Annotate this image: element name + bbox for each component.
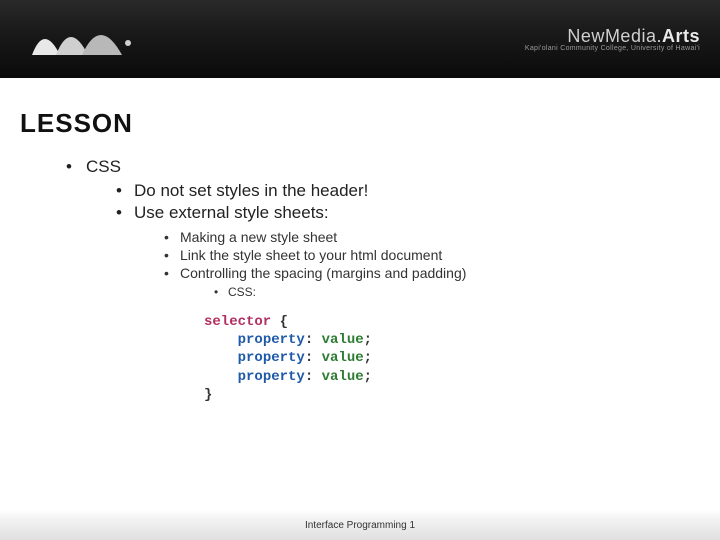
brand-block: NewMedia.Arts Kapi'olani Community Colle… bbox=[525, 26, 700, 52]
code-close-brace: } bbox=[204, 387, 212, 403]
brand-word-new: New bbox=[567, 26, 605, 46]
footer: Interface Programming 1 bbox=[0, 500, 720, 540]
brand-title: NewMedia.Arts bbox=[525, 26, 700, 47]
header-bar: NewMedia.Arts Kapi'olani Community Colle… bbox=[0, 0, 720, 78]
bullet-external-sheets-text: Use external style sheets: bbox=[134, 203, 329, 222]
code-prop-3: property bbox=[238, 369, 305, 385]
bullet-css-label: CSS: bbox=[210, 285, 700, 299]
code-selector: selector bbox=[204, 314, 271, 330]
brand-subtitle: Kapi'olani Community College, University… bbox=[525, 45, 700, 52]
bullet-link-sheet: Link the style sheet to your html docume… bbox=[160, 247, 700, 263]
bullet-spacing: Controlling the spacing (margins and pad… bbox=[160, 265, 700, 404]
brand-word-arts: Arts bbox=[662, 26, 700, 46]
code-prop-1: property bbox=[238, 332, 305, 348]
bullet-spacing-text: Controlling the spacing (margins and pad… bbox=[180, 265, 466, 281]
bullet-making-sheet: Making a new style sheet bbox=[160, 229, 700, 245]
brand-word-media: Media bbox=[605, 26, 657, 46]
nma-swoosh-icon bbox=[30, 15, 150, 63]
bullet-list-level4: CSS: bbox=[180, 285, 700, 299]
bullet-list-level2: Do not set styles in the header! Use ext… bbox=[86, 181, 700, 404]
bullet-no-header-styles: Do not set styles in the header! bbox=[112, 181, 700, 201]
code-open-brace: { bbox=[271, 314, 288, 330]
bullet-css-text: CSS bbox=[86, 157, 121, 176]
footer-text: Interface Programming 1 bbox=[305, 520, 415, 531]
code-prop-2: property bbox=[238, 350, 305, 366]
logo-nma bbox=[30, 15, 150, 63]
code-block: selector { property: value; property: va… bbox=[204, 313, 700, 404]
slide-content: LESSON CSS Do not set styles in the head… bbox=[0, 78, 720, 404]
code-val-1: value bbox=[322, 332, 364, 348]
bullet-css: CSS Do not set styles in the header! Use… bbox=[62, 157, 700, 404]
bullet-external-sheets: Use external style sheets: Making a new … bbox=[112, 203, 700, 404]
code-val-3: value bbox=[322, 369, 364, 385]
code-val-2: value bbox=[322, 350, 364, 366]
bullet-list-level1: CSS Do not set styles in the header! Use… bbox=[20, 157, 700, 404]
bullet-list-level3: Making a new style sheet Link the style … bbox=[134, 229, 700, 404]
slide-heading: LESSON bbox=[20, 108, 700, 139]
